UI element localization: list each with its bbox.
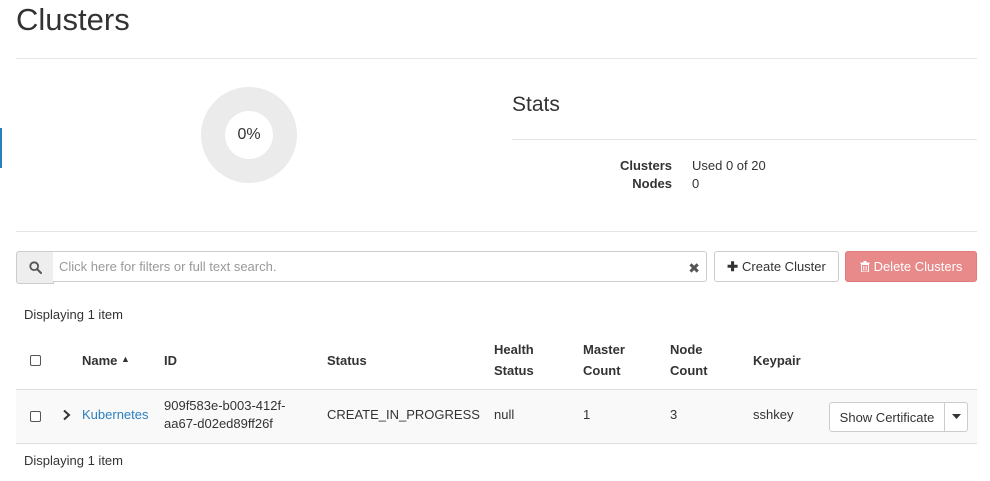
stat-label-nodes: Nodes	[632, 176, 672, 191]
quota-percent-label: 0%	[225, 111, 273, 159]
column-header-status[interactable]: Status	[327, 350, 367, 371]
delete-clusters-button[interactable]: Delete Clusters	[845, 251, 977, 282]
cluster-node-count: 3	[670, 407, 678, 422]
column-header-health-status[interactable]: Health Status	[494, 339, 534, 381]
column-header-health-line2: Status	[494, 363, 534, 378]
item-count-bottom: Displaying 1 item	[24, 453, 123, 468]
column-header-master-line2: Count	[583, 363, 621, 378]
stats-divider	[512, 139, 977, 140]
plus-icon: ✚	[727, 258, 739, 274]
create-cluster-label: Create Cluster	[742, 259, 826, 274]
create-cluster-button[interactable]: ✚ Create Cluster	[714, 251, 839, 282]
clear-icon[interactable]: ✖	[688, 260, 700, 277]
stat-value-clusters: Used 0 of 20	[692, 158, 766, 173]
quota-donut-chart: 0%	[201, 87, 297, 183]
cluster-master-count: 1	[583, 407, 591, 422]
column-header-node-line1: Node	[670, 342, 703, 357]
cluster-keypair: sshkey	[753, 407, 794, 422]
column-header-master-line1: Master	[583, 342, 625, 357]
stat-label-clusters: Clusters	[619, 158, 672, 173]
sort-asc-icon: ▲	[121, 354, 130, 364]
cluster-id: 909f583e-b003-412f- aa67-d02ed89ff26f	[164, 397, 285, 433]
stats-title: Stats	[512, 93, 560, 116]
delete-clusters-label: Delete Clusters	[873, 259, 963, 274]
column-header-name-label: Name	[82, 353, 118, 368]
column-header-health-line1: Health	[494, 342, 534, 357]
column-header-node-line2: Count	[670, 363, 708, 378]
cluster-id-line2: aa67-d02ed89ff26f	[164, 416, 273, 431]
page-title: Clusters	[16, 2, 130, 37]
cluster-status: CREATE_IN_PROGRESS	[327, 407, 480, 422]
search-field: ✖	[53, 251, 707, 282]
table-bottom-divider	[16, 443, 977, 444]
select-all-checkbox[interactable]	[30, 355, 41, 366]
cluster-name-link[interactable]: Kubernetes	[82, 406, 149, 424]
row-actions-dropdown[interactable]	[944, 402, 968, 432]
column-header-id[interactable]: ID	[164, 350, 177, 371]
search-input[interactable]	[53, 252, 679, 281]
column-header-node-count[interactable]: Node Count	[670, 339, 708, 381]
cluster-health-status: null	[494, 407, 515, 422]
caret-down-icon	[951, 414, 961, 419]
column-header-name[interactable]: Name ▲	[82, 350, 130, 373]
stat-value-nodes: 0	[692, 176, 700, 191]
show-certificate-button[interactable]: Show Certificate	[829, 402, 945, 432]
item-count-top: Displaying 1 item	[24, 307, 123, 322]
trash-icon	[860, 261, 870, 272]
search-button[interactable]	[16, 251, 54, 284]
title-divider	[16, 58, 977, 59]
section-divider	[16, 231, 977, 232]
search-icon	[28, 261, 42, 274]
row-checkbox[interactable]	[30, 411, 41, 422]
column-header-keypair[interactable]: Keypair	[753, 350, 801, 371]
column-header-master-count[interactable]: Master Count	[583, 339, 625, 381]
chevron-right-icon[interactable]	[62, 409, 71, 421]
cluster-id-line1: 909f583e-b003-412f-	[164, 398, 286, 413]
left-accent-bar	[0, 128, 2, 168]
